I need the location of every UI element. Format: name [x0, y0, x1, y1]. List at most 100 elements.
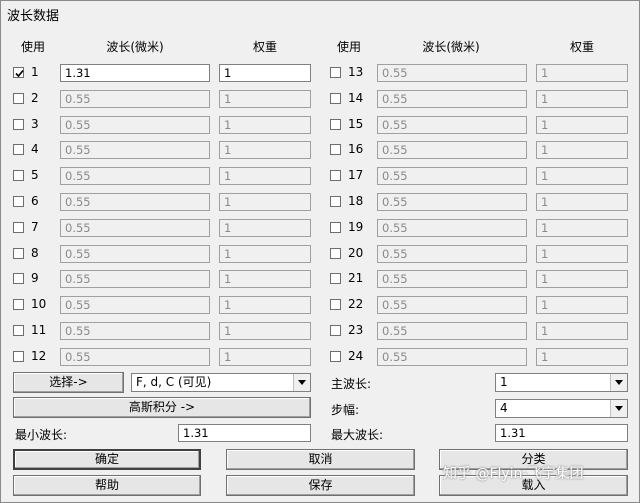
- weight-field-3[interactable]: 1: [219, 116, 311, 134]
- use-checkbox-14[interactable]: [330, 93, 341, 104]
- help-button[interactable]: 帮助: [13, 475, 201, 496]
- use-checkbox-20[interactable]: [330, 248, 341, 259]
- wavelength-field-21[interactable]: 0.55: [377, 270, 527, 288]
- chevron-down-icon[interactable]: [293, 374, 310, 391]
- wavelength-field-4[interactable]: 0.55: [60, 141, 210, 159]
- weight-field-4[interactable]: 1: [219, 141, 311, 159]
- weight-field-10[interactable]: 1: [219, 296, 311, 314]
- use-checkbox-7[interactable]: [13, 222, 24, 233]
- wavelength-field-5[interactable]: 0.55: [60, 167, 210, 185]
- weight-field-17[interactable]: 1: [536, 167, 628, 185]
- wavelength-field-6[interactable]: 0.55: [60, 193, 210, 211]
- select-button[interactable]: 选择->: [13, 372, 124, 393]
- use-checkbox-23[interactable]: [330, 325, 341, 336]
- wavelength-field-23[interactable]: 0.55: [377, 322, 527, 340]
- primary-wavelength-combo[interactable]: 1: [495, 373, 628, 392]
- use-checkbox-21[interactable]: [330, 273, 341, 284]
- use-checkbox-2[interactable]: [13, 93, 24, 104]
- wavelength-field-8[interactable]: 0.55: [60, 245, 210, 263]
- weight-field-16[interactable]: 1: [536, 141, 628, 159]
- watermark: 知乎 @Flyin-飞宇集团: [443, 466, 584, 482]
- step-combo[interactable]: 4: [495, 399, 628, 418]
- wavelength-field-13[interactable]: 0.55: [377, 64, 527, 82]
- wavelength-field-12[interactable]: 0.55: [60, 348, 210, 366]
- checkmark-icon: [15, 69, 24, 78]
- preset-combo[interactable]: F, d, C (可见): [131, 373, 311, 392]
- use-checkbox-9[interactable]: [13, 273, 24, 284]
- weight-field-7[interactable]: 1: [219, 219, 311, 237]
- row-number-8: 8: [31, 246, 39, 260]
- wavelength-field-19[interactable]: 0.55: [377, 219, 527, 237]
- gauss-integration-button[interactable]: 高斯积分 ->: [13, 397, 311, 418]
- wavelength-field-11[interactable]: 0.55: [60, 322, 210, 340]
- weight-field-1[interactable]: 1: [219, 64, 311, 82]
- use-checkbox-3[interactable]: [13, 119, 24, 130]
- wavelength-field-9[interactable]: 0.55: [60, 270, 210, 288]
- min-wavelength-label: 最小波长:: [15, 428, 68, 442]
- weight-field-15[interactable]: 1: [536, 116, 628, 134]
- use-checkbox-6[interactable]: [13, 196, 24, 207]
- use-checkbox-16[interactable]: [330, 144, 341, 155]
- row-number-20: 20: [348, 246, 364, 260]
- ok-button[interactable]: 确定: [13, 449, 201, 470]
- cancel-button[interactable]: 取消: [226, 449, 415, 470]
- wavelength-field-10[interactable]: 0.55: [60, 296, 210, 314]
- weight-field-22[interactable]: 1: [536, 296, 628, 314]
- wavelength-field-16[interactable]: 0.55: [377, 141, 527, 159]
- weight-field-2[interactable]: 1: [219, 90, 311, 108]
- wavelength-field-7[interactable]: 0.55: [60, 219, 210, 237]
- wavelength-field-22[interactable]: 0.55: [377, 296, 527, 314]
- use-checkbox-15[interactable]: [330, 119, 341, 130]
- use-checkbox-22[interactable]: [330, 299, 341, 310]
- wavelength-field-17[interactable]: 0.55: [377, 167, 527, 185]
- weight-field-20[interactable]: 1: [536, 245, 628, 263]
- weight-field-23[interactable]: 1: [536, 322, 628, 340]
- save-button[interactable]: 保存: [226, 475, 415, 496]
- use-checkbox-5[interactable]: [13, 170, 24, 181]
- use-checkbox-12[interactable]: [13, 351, 24, 362]
- use-checkbox-8[interactable]: [13, 248, 24, 259]
- weight-field-11[interactable]: 1: [219, 322, 311, 340]
- weight-field-13[interactable]: 1: [536, 64, 628, 82]
- row-number-4: 4: [31, 142, 39, 156]
- weight-field-19[interactable]: 1: [536, 219, 628, 237]
- wavelength-field-2[interactable]: 0.55: [60, 90, 210, 108]
- row-number-18: 18: [348, 194, 364, 208]
- use-checkbox-17[interactable]: [330, 170, 341, 181]
- max-wavelength-field[interactable]: 1.31: [495, 424, 628, 442]
- wavelength-field-24[interactable]: 0.55: [377, 348, 527, 366]
- use-checkbox-10[interactable]: [13, 299, 24, 310]
- use-checkbox-11[interactable]: [13, 325, 24, 336]
- weight-field-24[interactable]: 1: [536, 348, 628, 366]
- wavelength-field-20[interactable]: 0.55: [377, 245, 527, 263]
- chevron-down-icon[interactable]: [610, 374, 627, 391]
- use-checkbox-24[interactable]: [330, 351, 341, 362]
- weight-field-5[interactable]: 1: [219, 167, 311, 185]
- use-checkbox-18[interactable]: [330, 196, 341, 207]
- row-number-19: 19: [348, 220, 364, 234]
- weight-field-9[interactable]: 1: [219, 270, 311, 288]
- row-number-11: 11: [31, 323, 47, 337]
- wavelength-field-3[interactable]: 0.55: [60, 116, 210, 134]
- weight-field-12[interactable]: 1: [219, 348, 311, 366]
- wavelength-field-1[interactable]: 1.31: [60, 64, 210, 82]
- use-checkbox-13[interactable]: [330, 67, 341, 78]
- primary-wavelength-value: 1: [500, 375, 508, 389]
- weight-field-8[interactable]: 1: [219, 245, 311, 263]
- use-checkbox-19[interactable]: [330, 222, 341, 233]
- row-number-24: 24: [348, 349, 364, 363]
- row-number-3: 3: [31, 117, 39, 131]
- max-wavelength-label: 最大波长:: [331, 428, 384, 442]
- use-checkbox-1[interactable]: [13, 67, 24, 78]
- weight-field-6[interactable]: 1: [219, 193, 311, 211]
- wavelength-field-18[interactable]: 0.55: [377, 193, 527, 211]
- wavelength-field-15[interactable]: 0.55: [377, 116, 527, 134]
- weight-field-14[interactable]: 1: [536, 90, 628, 108]
- min-wavelength-field[interactable]: 1.31: [178, 424, 311, 442]
- weight-field-18[interactable]: 1: [536, 193, 628, 211]
- chevron-down-icon[interactable]: [610, 400, 627, 417]
- use-checkbox-4[interactable]: [13, 144, 24, 155]
- row-number-6: 6: [31, 194, 39, 208]
- weight-field-21[interactable]: 1: [536, 270, 628, 288]
- wavelength-field-14[interactable]: 0.55: [377, 90, 527, 108]
